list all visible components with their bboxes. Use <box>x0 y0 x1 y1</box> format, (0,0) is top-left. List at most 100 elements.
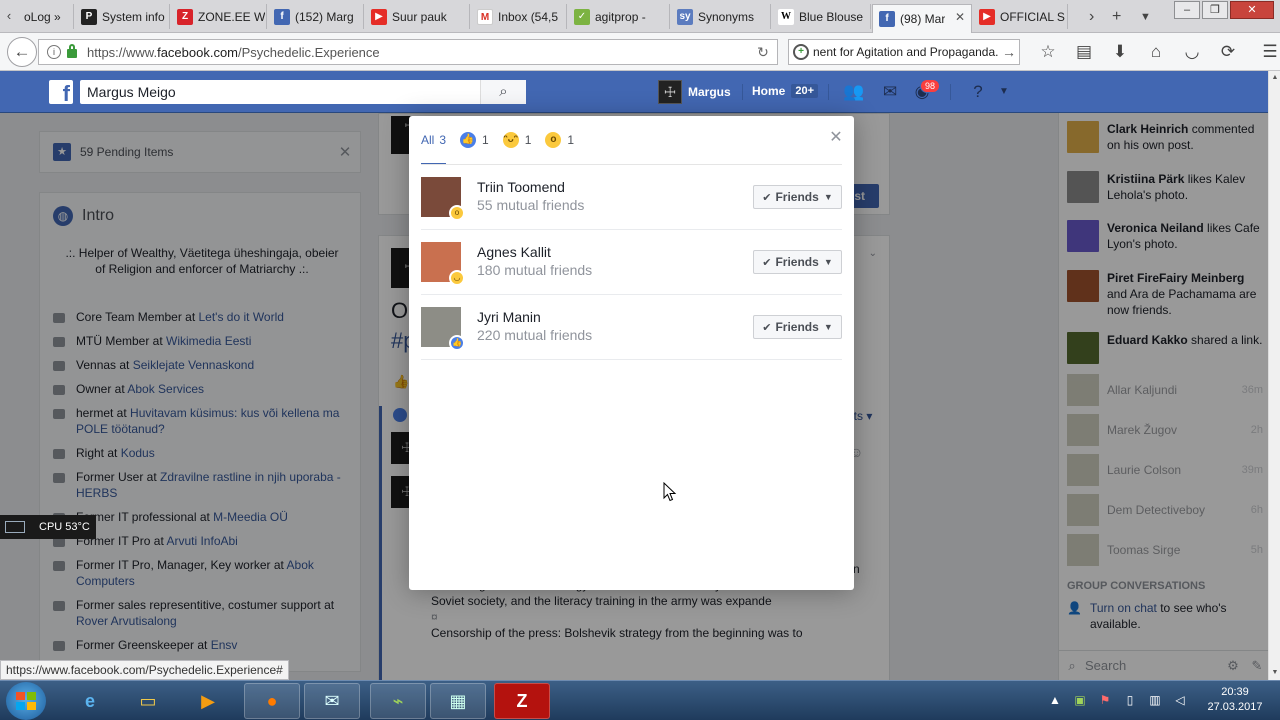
status-bar-url: https://www.facebook.com/Psychedelic.Exp… <box>0 660 289 680</box>
facebook-search-input[interactable]: Margus Meigo <box>87 84 480 100</box>
browser-tab[interactable]: oLog » <box>18 4 74 29</box>
tabs-scroll-left-icon[interactable]: ‹ <box>0 5 18 27</box>
browser-tab[interactable]: ▶ Suur pauk <box>365 4 470 29</box>
filezilla-icon[interactable]: Z <box>494 683 550 719</box>
tab-list-icon[interactable]: ▼ <box>1140 4 1151 29</box>
url-bar[interactable]: i https://www.facebook.com/Psychedelic.E… <box>38 39 778 65</box>
new-tab-icon[interactable]: + <box>1112 4 1121 29</box>
scroll-up-icon[interactable]: ▲ <box>1269 71 1280 85</box>
account-menu-icon[interactable]: ▼ <box>992 81 1016 103</box>
notification-count-badge: 98 <box>920 79 941 93</box>
window-controls: – ❐ ✕ <box>1172 1 1274 19</box>
browser-tab[interactable]: W Blue Blouse <box>772 4 871 29</box>
zone-icon: Z <box>177 8 193 25</box>
browser-tab-active[interactable]: f (98) Mar ✕ <box>872 4 972 33</box>
synonyms-icon: sy <box>677 8 693 25</box>
reading-list-icon[interactable]: ▤ <box>1066 41 1102 63</box>
facebook-logo-icon[interactable]: f <box>49 80 73 104</box>
tray-flag-icon[interactable]: ⚑ <box>1094 689 1116 711</box>
mouse-cursor-icon <box>663 482 677 502</box>
reactions-dialog: All 3 👍 1 ᵔᴗᵔ 1 o 1 ✕ o Triin Toomend 55 mu… <box>409 116 854 590</box>
reaction-tabs: All 3 👍 1 ᵔᴗᵔ 1 o 1 <box>421 116 821 165</box>
browser-tab[interactable]: sy Synonyms <box>671 4 771 29</box>
go-arrow-icon[interactable]: → <box>999 44 1019 60</box>
browser-tab[interactable]: P System info <box>75 4 170 29</box>
mutual-friends-link[interactable]: 220 mutual friends <box>477 327 592 343</box>
profile-link[interactable]: ☩ Margus <box>658 80 731 104</box>
page-scrollbar[interactable]: ▲ ▼ <box>1268 71 1280 680</box>
divider <box>828 84 829 100</box>
browser-tab[interactable]: ▶ OFFICIAL S <box>973 4 1068 29</box>
sync-icon[interactable]: ⟳ <box>1210 41 1246 63</box>
search-icon[interactable]: ⌕ <box>480 80 526 104</box>
search-engine-icon[interactable]: + <box>793 44 809 60</box>
menu-icon[interactable]: ☰ <box>1252 41 1280 63</box>
firefox-icon[interactable]: ● <box>244 683 300 719</box>
windows-taskbar: e ▭ ▶ ● ✉ ⌁ ▦ Z ▲ ▣ ⚑ ▯ ▥ ◁ 20:39 27.03.… <box>0 680 1280 720</box>
wikipedia-icon: W <box>778 8 794 25</box>
bookmark-star-icon[interactable]: ☆ <box>1030 41 1066 63</box>
tab-like[interactable]: 👍 1 <box>460 116 489 164</box>
pocket-icon[interactable]: ◡ <box>1174 41 1210 63</box>
home-icon[interactable]: ⌂ <box>1138 41 1174 63</box>
close-window-icon[interactable]: ✕ <box>1230 1 1274 19</box>
browser-tab[interactable]: ✓ agitprop - <box>568 4 670 29</box>
caret-down-icon: ▼ <box>823 192 833 202</box>
friends-button[interactable]: ✔ Friends ▼ <box>753 250 842 274</box>
download-icon[interactable]: ⬇ <box>1102 41 1138 63</box>
start-button[interactable] <box>6 682 46 720</box>
reactor-name-link[interactable]: Triin Toomend <box>477 179 565 195</box>
mutual-friends-link[interactable]: 180 mutual friends <box>477 262 592 278</box>
file-explorer-icon[interactable]: ▭ <box>120 683 176 719</box>
media-player-icon[interactable]: ▶ <box>180 683 236 719</box>
browser-toolbar: ☆ ▤ ⬇ ⌂ ◡ ⟳ ☰ <box>1030 41 1280 63</box>
tab-scroll-right-icon[interactable]: › <box>1089 4 1094 29</box>
url-text[interactable]: https://www.facebook.com/Psychedelic.Exp… <box>87 45 749 60</box>
haha-reaction-icon: ◡ <box>449 270 465 286</box>
tray-app-icon[interactable]: ▣ <box>1069 689 1091 711</box>
tray-expand-icon[interactable]: ▲ <box>1044 689 1066 711</box>
mutual-friends-link[interactable]: 55 mutual friends <box>477 197 584 213</box>
check-icon: ✓ <box>574 8 590 25</box>
network-icon[interactable]: ▥ <box>1144 689 1166 711</box>
info-icon[interactable]: i <box>47 45 61 59</box>
browser-tab[interactable]: M Inbox (54,5 <box>471 4 567 29</box>
thunderbird-icon[interactable]: ✉ <box>304 683 360 719</box>
haha-reaction-icon: ᵔᴗᵔ <box>502 132 519 148</box>
maximize-icon[interactable]: ❐ <box>1202 1 1228 19</box>
tray-device-icon[interactable]: ▯ <box>1119 689 1141 711</box>
reload-icon[interactable]: ↻ <box>749 44 777 61</box>
close-icon[interactable]: ✕ <box>828 130 844 146</box>
volume-icon[interactable]: ◁ <box>1169 689 1191 711</box>
browser-nav-bar: ← i https://www.facebook.com/Psychedelic… <box>0 33 1280 71</box>
close-tab-icon[interactable]: ✕ <box>955 10 965 24</box>
friends-button[interactable]: ✔ Friends ▼ <box>753 315 842 339</box>
browser-search-input[interactable]: nent for Agitation and Propaganda." <box>813 45 999 59</box>
tab-all[interactable]: All 3 <box>421 116 447 165</box>
internet-explorer-icon[interactable]: e <box>62 683 118 719</box>
facebook-search[interactable]: Margus Meigo ⌕ <box>80 80 526 104</box>
minimize-icon[interactable]: – <box>1174 1 1200 19</box>
back-button[interactable]: ← <box>7 37 37 67</box>
reactor-name-link[interactable]: Jyri Manin <box>477 309 541 325</box>
browser-search-bar[interactable]: + nent for Agitation and Propaganda." → <box>788 39 1020 65</box>
home-link[interactable]: Home 20+ <box>752 84 819 98</box>
reactor-name-link[interactable]: Agnes Kallit <box>477 244 551 260</box>
system-clock[interactable]: 20:39 27.03.2017 <box>1200 685 1270 715</box>
tab-haha[interactable]: ᵔᴗᵔ 1 <box>502 116 531 164</box>
friend-requests-icon[interactable]: 👥 <box>842 81 866 103</box>
browser-tab[interactable]: f (152) Marg <box>268 4 364 29</box>
messenger-icon[interactable]: ✉ <box>878 81 902 103</box>
windows-logo-icon <box>16 692 36 710</box>
facebook-icon: f <box>274 8 290 25</box>
browser-tab[interactable]: Z ZONE.EE W <box>171 4 267 29</box>
task-manager-icon[interactable]: ⌁ <box>370 683 426 719</box>
tab-wow[interactable]: o 1 <box>545 116 574 164</box>
network-tool-icon[interactable]: ▦ <box>430 683 486 719</box>
wow-reaction-icon: o <box>545 132 562 148</box>
youtube-icon: ▶ <box>371 8 387 25</box>
friends-button[interactable]: ✔ Friends ▼ <box>753 185 842 209</box>
help-icon[interactable]: ? <box>966 81 990 103</box>
scroll-down-icon[interactable]: ▼ <box>1269 666 1280 680</box>
avatar: ☩ <box>658 80 682 104</box>
